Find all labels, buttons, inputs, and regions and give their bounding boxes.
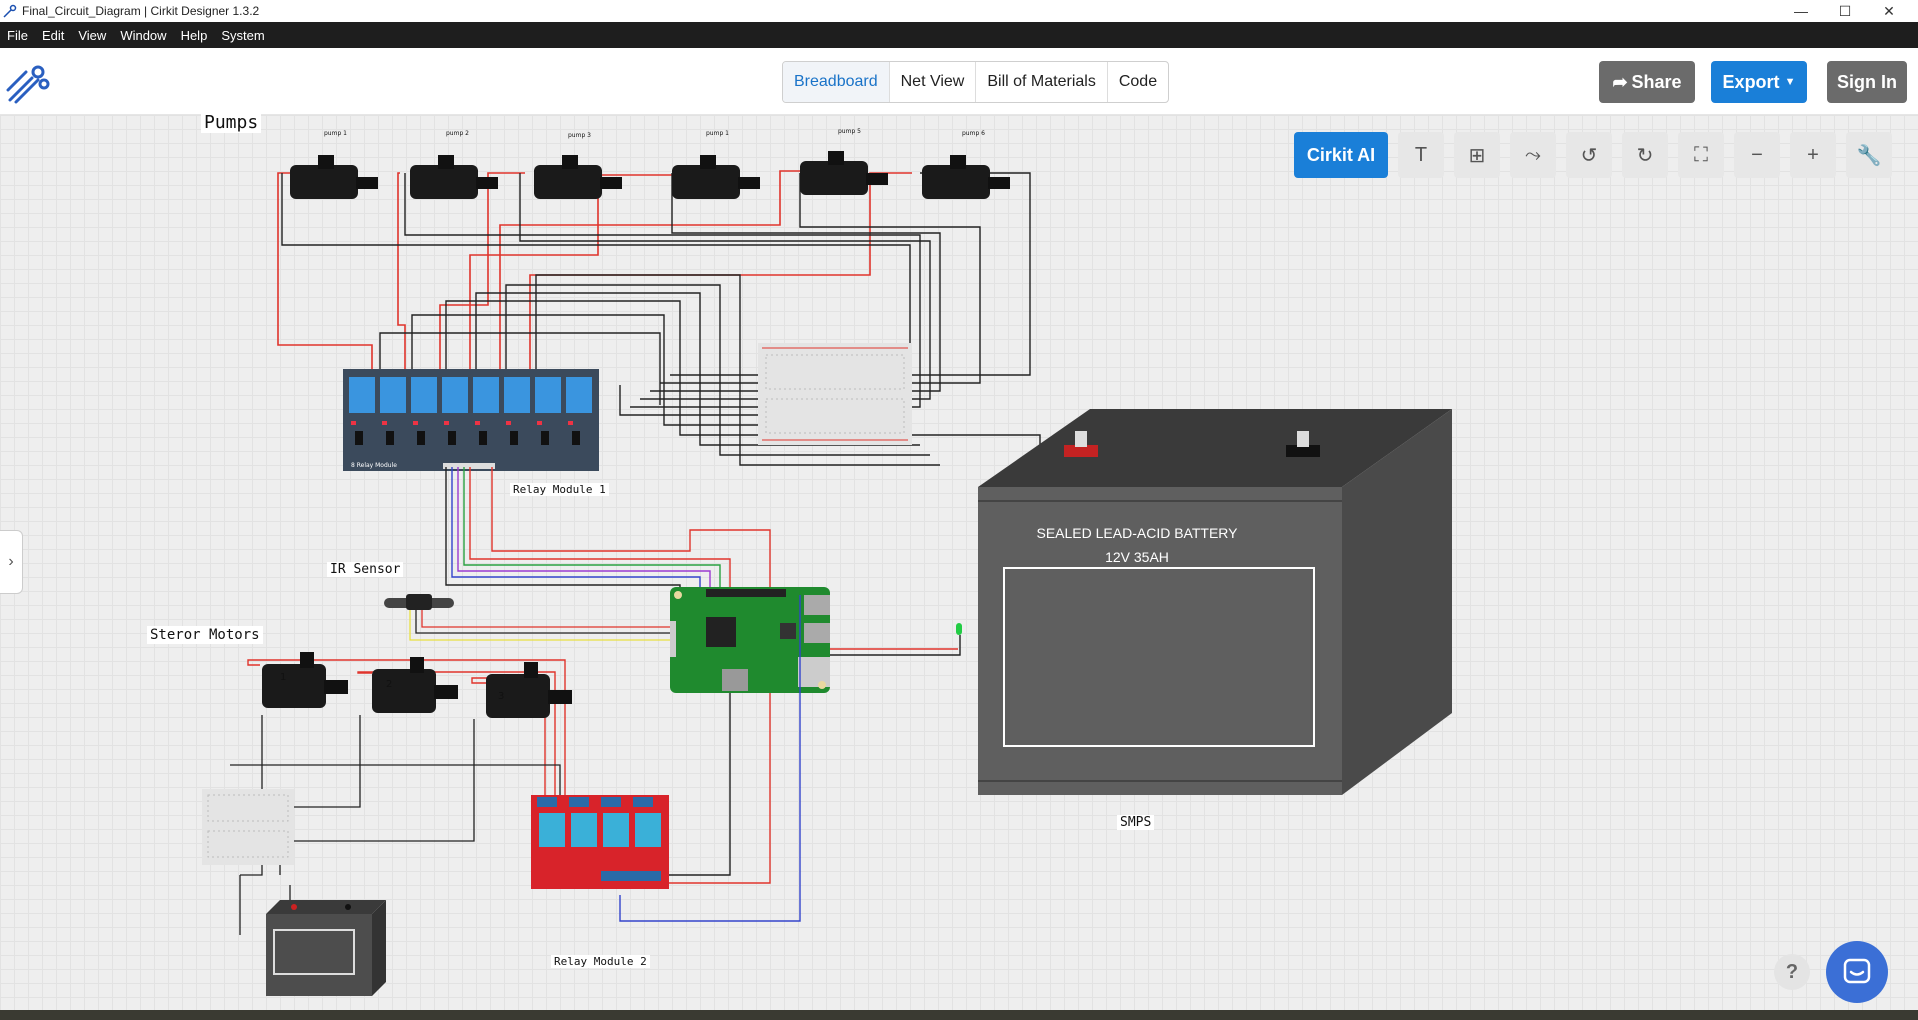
grid-icon[interactable]: ⊞ [1454,132,1500,178]
pump-tag: pump 2 [446,130,469,137]
breadboard-bottom[interactable] [202,789,294,865]
export-button[interactable]: Export ▼ [1711,61,1807,103]
chat-icon [1843,958,1871,984]
sign-in-button[interactable]: Sign In [1827,61,1907,103]
relay-module-1[interactable]: 8 Relay Module [343,369,599,471]
label-ir-sensor[interactable]: IR Sensor [327,562,404,577]
menu-view[interactable]: View [71,28,113,43]
sidebar-expand-button[interactable]: › [0,530,23,594]
fit-screen-icon[interactable]: ⛶ [1678,132,1724,178]
close-button[interactable]: ✕ [1867,0,1911,22]
menu-system[interactable]: System [214,28,271,43]
led-indicator [956,623,962,635]
motors-group [262,652,572,718]
title-bar: Final_Circuit_Diagram | Cirkit Designer … [0,0,1918,22]
pump-tag: pump 5 [838,128,861,135]
chevron-right-icon: › [8,553,14,570]
lead-acid-battery[interactable] [978,409,1452,795]
redo-icon[interactable]: ↻ [1622,132,1668,178]
motor-number: 2 [386,679,392,690]
motor[interactable] [486,662,572,718]
label-relay-module-2[interactable]: Relay Module 2 [551,955,650,968]
relay-module-2[interactable] [531,795,669,889]
pump[interactable] [534,155,622,199]
tab-net-view[interactable]: Net View [890,62,977,102]
pump-tags: pump 1 pump 2 pump 3 pump 1 pump 5 pump … [324,128,985,139]
app-header: Breadboard Net View Bill of Materials Co… [0,48,1918,115]
ir-sensor-wires [409,610,700,641]
relay1-board-label: 8 Relay Module [351,462,397,469]
motor[interactable] [372,657,458,713]
pump[interactable] [672,155,760,199]
pump-tag: pump 3 [568,132,591,139]
zoom-in-icon[interactable]: + [1790,132,1836,178]
menu-edit[interactable]: Edit [35,28,71,43]
smps-small[interactable] [266,900,386,996]
menu-bar: File Edit View Window Help System [0,22,1918,48]
chat-button[interactable] [1826,941,1888,1003]
cirkit-ai-button[interactable]: Cirkit AI [1294,132,1388,178]
canvas-toolbar: Cirkit AI T ⊞ ⤳ ↺ ↻ ⛶ − + 🔧 [1294,132,1892,178]
pump[interactable] [410,155,498,199]
export-label: Export [1722,71,1780,92]
menu-file[interactable]: File [0,28,35,43]
label-smps[interactable]: SMPS [1117,815,1155,830]
share-button[interactable]: ➦ Share [1599,61,1695,103]
label-steror-motors[interactable]: Steror Motors [147,626,263,644]
tab-bill-of-materials[interactable]: Bill of Materials [976,62,1108,102]
pump[interactable] [922,155,1010,199]
maximize-button[interactable]: ☐ [1823,0,1867,22]
menu-window[interactable]: Window [113,28,173,43]
share-label: Share [1631,71,1682,92]
window-title: Final_Circuit_Diagram | Cirkit Designer … [22,4,260,18]
raspberry-pi[interactable] [670,587,830,693]
pump-tag: pump 1 [324,130,347,137]
zoom-out-icon[interactable]: − [1734,132,1780,178]
pump[interactable] [290,155,378,199]
ir-sensor[interactable] [384,594,454,610]
motor-number: 3 [498,691,504,702]
minimize-button[interactable]: — [1779,0,1823,22]
text-tool-icon[interactable]: T [1398,132,1444,178]
undo-icon[interactable]: ↺ [1566,132,1612,178]
share-icon: ➦ [1612,71,1628,92]
menu-help[interactable]: Help [174,28,215,43]
motor-number: 1 [280,672,286,683]
battery-label-line2: 12V 35AH [1105,549,1169,565]
app-logo-icon [3,4,17,18]
wrench-icon[interactable]: 🔧 [1846,132,1892,178]
pump-tag: pump 1 [706,130,729,137]
label-pumps[interactable]: Pumps [201,112,262,133]
battery-label-line1: SEALED LEAD-ACID BATTERY [1036,525,1238,541]
pump-tag: pump 6 [962,130,985,137]
tab-breadboard[interactable]: Breadboard [783,62,890,102]
pump[interactable] [800,151,888,195]
circuit-diagram: pump 1 pump 2 pump 3 pump 1 pump 5 pump … [202,128,1452,996]
status-strip [0,1010,1918,1020]
tab-code[interactable]: Code [1108,62,1168,102]
caret-down-icon: ▼ [1784,76,1796,88]
cirkit-logo-icon[interactable] [6,60,52,106]
wire-routing-icon[interactable]: ⤳ [1510,132,1556,178]
label-relay-module-1[interactable]: Relay Module 1 [510,483,609,496]
help-button[interactable]: ? [1774,954,1810,990]
breadboard-top[interactable] [758,343,912,445]
view-tabs: Breadboard Net View Bill of Materials Co… [782,61,1170,103]
sign-in-label: Sign In [1837,71,1897,92]
